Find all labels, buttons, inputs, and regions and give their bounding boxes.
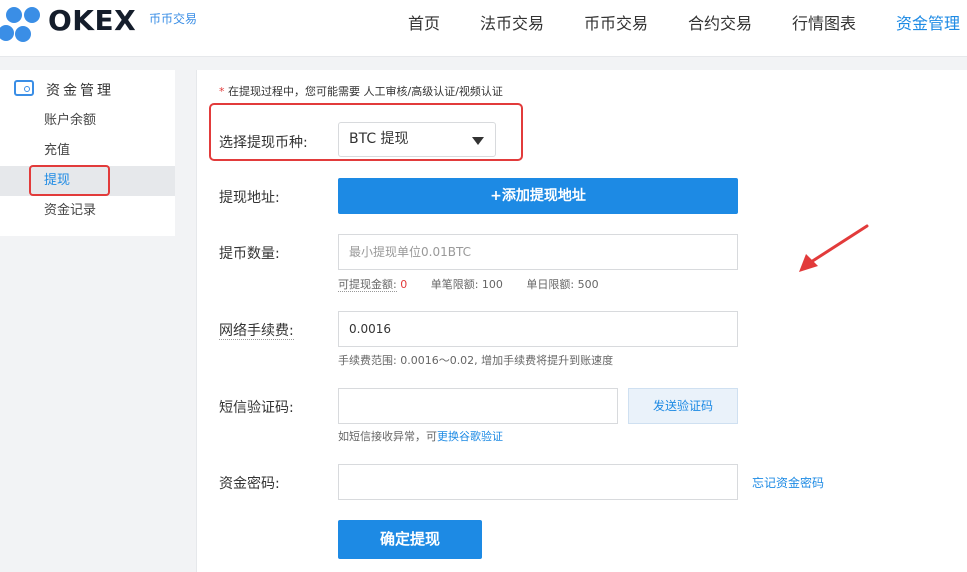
- nav-home[interactable]: 首页: [408, 10, 440, 34]
- sidebar-title: 资金管理: [46, 83, 114, 99]
- password-label: 资金密码:: [219, 476, 280, 492]
- nav-coin-trading[interactable]: 币币交易: [584, 10, 648, 34]
- fee-label-text: 网络手续费:: [219, 323, 294, 340]
- nav-market-charts[interactable]: 行情图表: [792, 10, 856, 34]
- confirm-withdraw-button[interactable]: 确定提现: [338, 520, 482, 559]
- sms-hint-text: 如短信接收异常，可: [338, 430, 437, 443]
- available-label: 可提现金额:: [338, 278, 397, 292]
- forgot-password-link[interactable]: 忘记资金密码: [752, 474, 824, 491]
- send-code-button[interactable]: 发送验证码: [628, 388, 738, 424]
- top-header: OKEX 币币交易 首页 法币交易 币币交易 合约交易 行情图表 资金管理: [0, 0, 967, 57]
- annotation-arrow-icon: [799, 224, 869, 272]
- nav-futures-trading[interactable]: 合约交易: [688, 10, 752, 34]
- notice-text: 在提现过程中，您可能需要 人工审核/高级认证/视频认证: [228, 85, 503, 98]
- currency-highlight-box: [209, 103, 523, 161]
- sidebar-item-deposit[interactable]: 充值: [0, 136, 175, 166]
- withdraw-highlight-box: [29, 165, 110, 196]
- fee-input[interactable]: 0.0016: [338, 311, 738, 347]
- sms-label: 短信验证码:: [219, 400, 294, 416]
- single-limit: 单笔限额: 100: [430, 278, 503, 291]
- sidebar-item-records[interactable]: 资金记录: [0, 196, 175, 226]
- okex-logo-icon[interactable]: [0, 4, 46, 44]
- amount-input[interactable]: 最小提现单位0.01BTC: [338, 234, 738, 270]
- wallet-icon: [14, 80, 34, 96]
- brand-name[interactable]: OKEX: [48, 4, 136, 37]
- sidebar: 资金管理 账户余额 充值 提现 资金记录: [0, 70, 175, 236]
- nav-asset-management[interactable]: 资金管理: [896, 10, 960, 34]
- amount-limits: 可提现金额: 0 单笔限额: 100 单日限额: 500: [338, 276, 599, 292]
- sms-code-input[interactable]: [338, 388, 618, 424]
- daily-limit: 单日限额: 500: [526, 278, 599, 291]
- brand-subtitle: 币币交易: [149, 12, 198, 26]
- address-label: 提现地址:: [219, 190, 280, 206]
- available-value: 0: [400, 278, 408, 291]
- nav-fiat-trading[interactable]: 法币交易: [480, 10, 544, 34]
- sidebar-item-balance[interactable]: 账户余额: [0, 106, 175, 136]
- fee-hint: 手续费范围: 0.0016～0.02, 增加手续费将提升到账速度: [338, 354, 614, 367]
- required-star: *: [219, 85, 225, 98]
- add-address-button[interactable]: +添加提现地址: [338, 178, 738, 214]
- withdraw-notice: * 在提现过程中，您可能需要 人工审核/高级认证/视频认证: [219, 83, 503, 99]
- switch-google-auth-link[interactable]: 更换谷歌验证: [437, 430, 503, 443]
- sms-hint: 如短信接收异常，可更换谷歌验证: [338, 428, 503, 444]
- withdraw-panel: * 在提现过程中，您可能需要 人工审核/高级认证/视频认证 选择提现币种: BT…: [196, 70, 967, 572]
- amount-label: 提币数量:: [219, 246, 280, 262]
- fund-password-input[interactable]: [338, 464, 738, 500]
- fee-label: 网络手续费:: [219, 320, 294, 340]
